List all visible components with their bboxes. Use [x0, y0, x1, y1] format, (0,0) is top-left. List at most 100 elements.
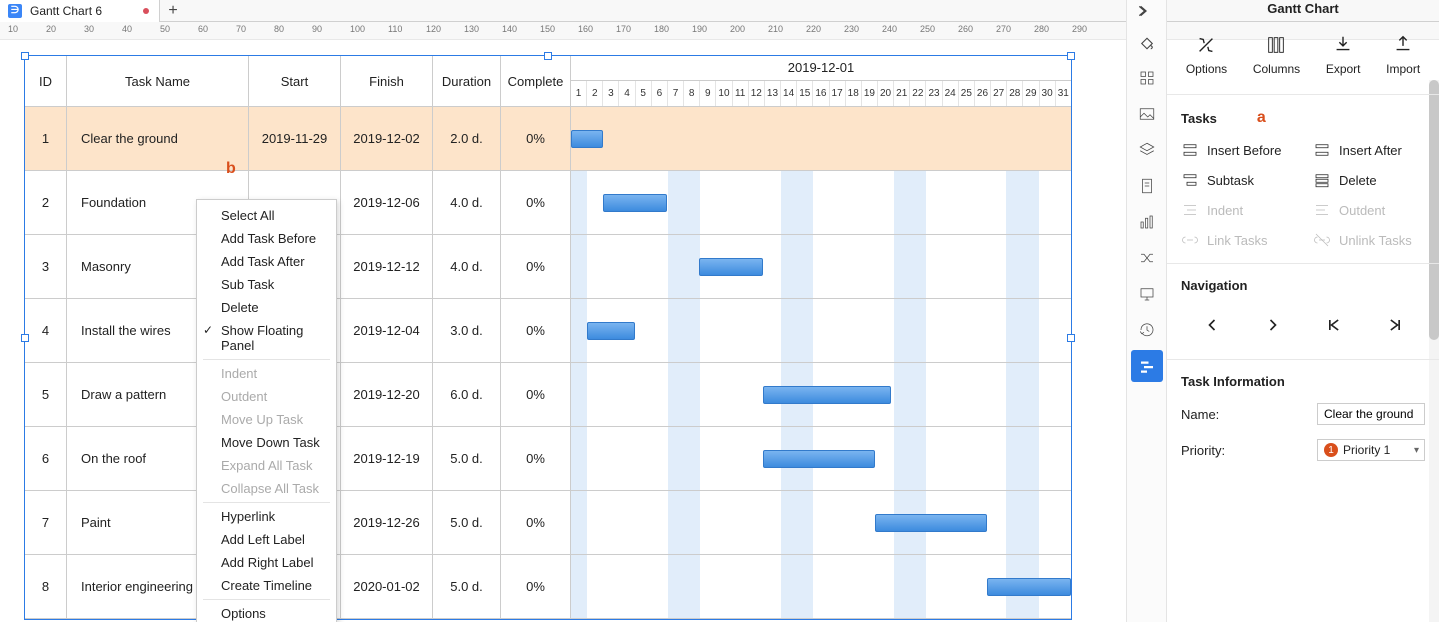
- priority-select[interactable]: 1 Priority 1: [1317, 439, 1425, 461]
- resize-handle[interactable]: [544, 52, 552, 60]
- unlink-tasks-button[interactable]: Unlink Tasks: [1313, 231, 1425, 249]
- table-row[interactable]: 7Paint2019-12-265.0 d.0%: [25, 491, 1071, 555]
- cell-duration[interactable]: 5.0 d.: [433, 427, 501, 490]
- nav-first-button[interactable]: [1318, 313, 1350, 337]
- cell-duration[interactable]: 3.0 d.: [433, 299, 501, 362]
- nav-left-button[interactable]: [1196, 313, 1228, 337]
- cell-id[interactable]: 7: [25, 491, 67, 554]
- cell-duration[interactable]: 5.0 d.: [433, 491, 501, 554]
- cell-duration[interactable]: 4.0 d.: [433, 235, 501, 298]
- cell-duration[interactable]: 2.0 d.: [433, 107, 501, 170]
- col-header-finish[interactable]: Finish: [341, 56, 433, 106]
- document-tab[interactable]: ∋ Gantt Chart 6: [0, 0, 160, 22]
- col-header-id[interactable]: ID: [25, 56, 67, 106]
- col-header-complete[interactable]: Complete: [501, 56, 571, 106]
- indent-button[interactable]: Indent: [1181, 201, 1293, 219]
- cell-id[interactable]: 2: [25, 171, 67, 234]
- cell-duration[interactable]: 4.0 d.: [433, 171, 501, 234]
- nav-last-button[interactable]: [1379, 313, 1411, 337]
- cell-name[interactable]: Clear the ground: [67, 107, 249, 170]
- grid-icon[interactable]: [1131, 62, 1163, 94]
- context-menu-item[interactable]: Options: [197, 602, 336, 622]
- gantt-bar[interactable]: [763, 450, 875, 468]
- gantt-panel-icon[interactable]: [1131, 350, 1163, 382]
- context-menu-item[interactable]: Show Floating Panel: [197, 319, 336, 357]
- fill-style-icon[interactable]: [1131, 26, 1163, 58]
- cell-id[interactable]: 4: [25, 299, 67, 362]
- gantt-bar[interactable]: [699, 258, 763, 276]
- cell-finish[interactable]: 2019-12-26: [341, 491, 433, 554]
- page-icon[interactable]: [1131, 170, 1163, 202]
- shuffle-icon[interactable]: [1131, 242, 1163, 274]
- add-tab-button[interactable]: +: [160, 2, 186, 20]
- col-header-duration[interactable]: Duration: [433, 56, 501, 106]
- layers-icon[interactable]: [1131, 134, 1163, 166]
- cell-complete[interactable]: 0%: [501, 299, 571, 362]
- chart-icon[interactable]: [1131, 206, 1163, 238]
- cell-id[interactable]: 1: [25, 107, 67, 170]
- cell-complete[interactable]: 0%: [501, 363, 571, 426]
- resize-handle[interactable]: [21, 334, 29, 342]
- import-button[interactable]: Import: [1386, 34, 1420, 76]
- context-menu-item[interactable]: Add Left Label: [197, 528, 336, 551]
- export-button[interactable]: Export: [1326, 34, 1361, 76]
- context-menu-item[interactable]: Hyperlink: [197, 505, 336, 528]
- context-menu-item[interactable]: Delete: [197, 296, 336, 319]
- gantt-bar[interactable]: [587, 322, 635, 340]
- columns-button[interactable]: Columns: [1253, 34, 1300, 76]
- gantt-bar[interactable]: [875, 514, 987, 532]
- cell-complete[interactable]: 0%: [501, 491, 571, 554]
- cell-start[interactable]: 2019-11-29: [249, 107, 341, 170]
- gantt-bar[interactable]: [571, 130, 603, 148]
- cell-complete[interactable]: 0%: [501, 555, 571, 618]
- delete-button[interactable]: Delete: [1313, 171, 1425, 189]
- cell-id[interactable]: 8: [25, 555, 67, 618]
- link-tasks-button[interactable]: Link Tasks: [1181, 231, 1293, 249]
- context-menu-item[interactable]: Add Task Before: [197, 227, 336, 250]
- table-row[interactable]: 1Clear the ground2019-11-292019-12-022.0…: [25, 107, 1071, 171]
- cell-finish[interactable]: 2019-12-20: [341, 363, 433, 426]
- context-menu-item[interactable]: Create Timeline: [197, 574, 336, 597]
- table-row[interactable]: 2Foundation2019-12-064.0 d.0%: [25, 171, 1071, 235]
- cell-finish[interactable]: 2019-12-04: [341, 299, 433, 362]
- col-header-name[interactable]: Task Name: [67, 56, 249, 106]
- table-row[interactable]: 3Masonry2019-12-124.0 d.0%: [25, 235, 1071, 299]
- cell-finish[interactable]: 2019-12-12: [341, 235, 433, 298]
- context-menu-item[interactable]: Move Down Task: [197, 431, 336, 454]
- context-menu-item[interactable]: Add Task After: [197, 250, 336, 273]
- collapse-panel-button[interactable]: [1126, 0, 1158, 22]
- history-icon[interactable]: [1131, 314, 1163, 346]
- cell-complete[interactable]: 0%: [501, 427, 571, 490]
- table-row[interactable]: 4Install the wires2019-12-043.0 d.0%: [25, 299, 1071, 363]
- cell-complete[interactable]: 0%: [501, 171, 571, 234]
- cell-id[interactable]: 3: [25, 235, 67, 298]
- image-icon[interactable]: [1131, 98, 1163, 130]
- cell-id[interactable]: 5: [25, 363, 67, 426]
- insert-after-button[interactable]: Insert After: [1313, 141, 1425, 159]
- insert-before-button[interactable]: Insert Before: [1181, 141, 1293, 159]
- nav-right-button[interactable]: [1257, 313, 1289, 337]
- table-row[interactable]: 5Draw a pattern2019-12-206.0 d.0%: [25, 363, 1071, 427]
- table-row[interactable]: 6On the roof2019-12-195.0 d.0%: [25, 427, 1071, 491]
- subtask-button[interactable]: Subtask: [1181, 171, 1293, 189]
- table-row[interactable]: 8Interior engineering2020-01-025.0 d.0%: [25, 555, 1071, 619]
- resize-handle[interactable]: [21, 52, 29, 60]
- context-menu-item[interactable]: Select All: [197, 204, 336, 227]
- cell-finish[interactable]: 2019-12-02: [341, 107, 433, 170]
- cell-id[interactable]: 6: [25, 427, 67, 490]
- cell-finish[interactable]: 2019-12-19: [341, 427, 433, 490]
- cell-complete[interactable]: 0%: [501, 235, 571, 298]
- col-header-start[interactable]: Start: [249, 56, 341, 106]
- name-input[interactable]: [1317, 403, 1425, 425]
- options-button[interactable]: Options: [1186, 34, 1227, 76]
- cell-complete[interactable]: 0%: [501, 107, 571, 170]
- gantt-bar[interactable]: [603, 194, 667, 212]
- presentation-icon[interactable]: [1131, 278, 1163, 310]
- gantt-chart[interactable]: ID Task Name Start Finish Duration Compl…: [24, 55, 1072, 620]
- cell-finish[interactable]: 2020-01-02: [341, 555, 433, 618]
- cell-duration[interactable]: 6.0 d.: [433, 363, 501, 426]
- gantt-bar[interactable]: [763, 386, 891, 404]
- context-menu-item[interactable]: Add Right Label: [197, 551, 336, 574]
- gantt-bar[interactable]: [987, 578, 1071, 596]
- resize-handle[interactable]: [1067, 52, 1075, 60]
